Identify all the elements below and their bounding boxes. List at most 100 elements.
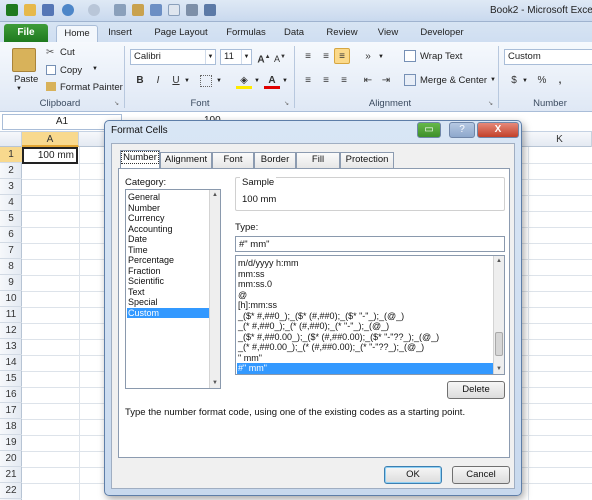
shrink-font-icon[interactable]: A▼ — [272, 49, 288, 65]
print-preview-icon[interactable] — [114, 4, 126, 16]
chevron-down-icon[interactable]: ▼ — [241, 50, 251, 64]
row-header[interactable]: 14 — [0, 355, 22, 371]
copy-dropdown-icon[interactable]: ▼ — [92, 66, 98, 72]
merge-center-button[interactable]: Merge & Center — [420, 75, 487, 86]
cancel-button[interactable]: Cancel — [452, 466, 510, 484]
row-header[interactable]: 12 — [0, 323, 22, 339]
list-item[interactable]: Text — [128, 287, 145, 298]
underline-dropdown-icon[interactable]: ▼ — [184, 78, 190, 84]
sort-icon[interactable] — [150, 4, 162, 16]
row-header[interactable]: 13 — [0, 339, 22, 355]
customize-qat-icon[interactable] — [204, 4, 216, 16]
font-name-combo[interactable]: Calibri ▼ — [130, 49, 216, 65]
row-header[interactable]: 19 — [0, 435, 22, 451]
align-bottom-icon[interactable]: ≡ — [334, 48, 350, 64]
format-painter-button[interactable]: Format Painter — [60, 82, 123, 93]
tab-alignment[interactable]: Alignment — [160, 152, 212, 168]
tab-fill[interactable]: Fill — [296, 152, 340, 168]
delete-button[interactable]: Delete — [447, 381, 505, 399]
list-item[interactable]: Fraction — [128, 266, 161, 277]
redo-icon[interactable] — [88, 4, 100, 16]
list-item[interactable]: Date — [128, 234, 147, 245]
tab-review[interactable]: Review — [322, 25, 362, 42]
tab-protection[interactable]: Protection — [340, 152, 394, 168]
orientation-icon[interactable]: » — [360, 49, 376, 65]
align-left-icon[interactable]: ≡ — [300, 73, 316, 89]
grow-font-icon[interactable]: A▲ — [256, 49, 272, 65]
cut-button[interactable]: Cut — [60, 47, 75, 58]
help-button[interactable]: ? — [449, 122, 475, 138]
row-header[interactable]: 7 — [0, 243, 22, 259]
tab-page-layout[interactable]: Page Layout — [148, 25, 214, 42]
row-header[interactable]: 8 — [0, 259, 22, 275]
collapse-dialog-icon[interactable]: ▭ — [417, 122, 441, 138]
scroll-up-icon[interactable]: ▲ — [494, 256, 504, 266]
list-item[interactable]: Accounting — [128, 224, 173, 235]
open-folder-icon[interactable] — [24, 4, 36, 16]
list-item[interactable]: " mm" — [238, 353, 262, 364]
row-header[interactable]: 9 — [0, 275, 22, 291]
decrease-indent-icon[interactable]: ⇤ — [360, 73, 376, 89]
row-header[interactable]: 22 — [0, 483, 22, 499]
row-header[interactable]: 4 — [0, 195, 22, 211]
undo-icon[interactable] — [62, 4, 74, 16]
list-item[interactable]: _(* #,##0.00_);_(* (#,##0.00);_(* "-"??_… — [238, 342, 424, 353]
paste-dropdown-icon[interactable]: ▼ — [16, 86, 22, 92]
tab-insert[interactable]: Insert — [102, 25, 138, 42]
format-code-list[interactable]: m/d/yyyy h:mm mm:ss mm:ss.0 @ [h]:mm:ss … — [235, 255, 505, 375]
paste-icon[interactable] — [12, 48, 36, 72]
row-header[interactable]: 16 — [0, 387, 22, 403]
cell-a1[interactable]: 100 mm — [22, 147, 78, 164]
borders-dropdown-icon[interactable]: ▼ — [216, 78, 222, 84]
tab-file[interactable]: File — [4, 24, 48, 42]
tab-font[interactable]: Font — [212, 152, 254, 168]
tab-developer[interactable]: Developer — [416, 25, 468, 42]
list-item[interactable]: Scientific — [128, 276, 164, 287]
list-item[interactable]: _(* #,##0_);_(* (#,##0);_(* "-"_);_(@_) — [238, 321, 389, 332]
row-header[interactable]: 20 — [0, 451, 22, 467]
list-item[interactable]: Time — [128, 245, 148, 256]
underline-button[interactable]: U — [168, 73, 184, 89]
category-scrollbar[interactable]: ▲ ▼ — [209, 190, 220, 388]
row-header[interactable]: 21 — [0, 467, 22, 483]
align-right-icon[interactable]: ≡ — [336, 73, 352, 89]
currency-button[interactable]: $ — [506, 73, 522, 89]
list-item[interactable]: Percentage — [128, 255, 174, 266]
save-icon[interactable] — [42, 4, 54, 16]
italic-button[interactable]: I — [150, 73, 166, 89]
font-color-dropdown-icon[interactable]: ▼ — [282, 78, 288, 84]
merge-center-icon[interactable] — [404, 74, 416, 86]
tab-data[interactable]: Data — [280, 25, 308, 42]
scroll-up-icon[interactable]: ▲ — [210, 190, 220, 200]
currency-dropdown-icon[interactable]: ▼ — [522, 78, 528, 84]
printer-icon[interactable] — [186, 4, 198, 16]
list-item[interactable]: General — [128, 192, 160, 203]
row-header[interactable]: 11 — [0, 307, 22, 323]
chevron-down-icon[interactable]: ▼ — [205, 50, 215, 64]
row-header[interactable]: 10 — [0, 291, 22, 307]
category-list[interactable]: General Number Currency Accounting Date … — [125, 189, 221, 389]
fill-color-icon[interactable]: ◈ — [236, 73, 252, 89]
tab-view[interactable]: View — [372, 25, 404, 42]
list-item[interactable]: m/d/yyyy h:mm — [238, 258, 299, 269]
format-painter-qat-icon[interactable] — [132, 4, 144, 16]
new-document-icon[interactable] — [168, 4, 180, 16]
wrap-text-button[interactable]: Wrap Text — [420, 51, 462, 62]
list-item-selected[interactable]: #" mm" — [237, 363, 494, 374]
align-center-icon[interactable]: ≡ — [318, 73, 334, 89]
fill-color-dropdown-icon[interactable]: ▼ — [254, 78, 260, 84]
scissors-icon[interactable]: ✂ — [46, 47, 54, 58]
format-list-scrollbar[interactable]: ▲ ▼ — [493, 256, 504, 374]
row-header[interactable]: 3 — [0, 179, 22, 195]
row-header[interactable]: 2 — [0, 163, 22, 179]
bold-button[interactable]: B — [132, 73, 148, 89]
percent-button[interactable]: % — [534, 73, 550, 89]
font-color-icon[interactable]: A — [264, 73, 280, 89]
wrap-text-icon[interactable] — [404, 50, 416, 62]
copy-button[interactable]: Copy — [60, 65, 82, 76]
tab-border[interactable]: Border — [254, 152, 296, 168]
list-item[interactable]: mm:ss — [238, 269, 265, 280]
scroll-down-icon[interactable]: ▼ — [494, 364, 504, 374]
comma-button[interactable]: , — [552, 73, 568, 89]
format-painter-icon[interactable] — [46, 82, 56, 91]
